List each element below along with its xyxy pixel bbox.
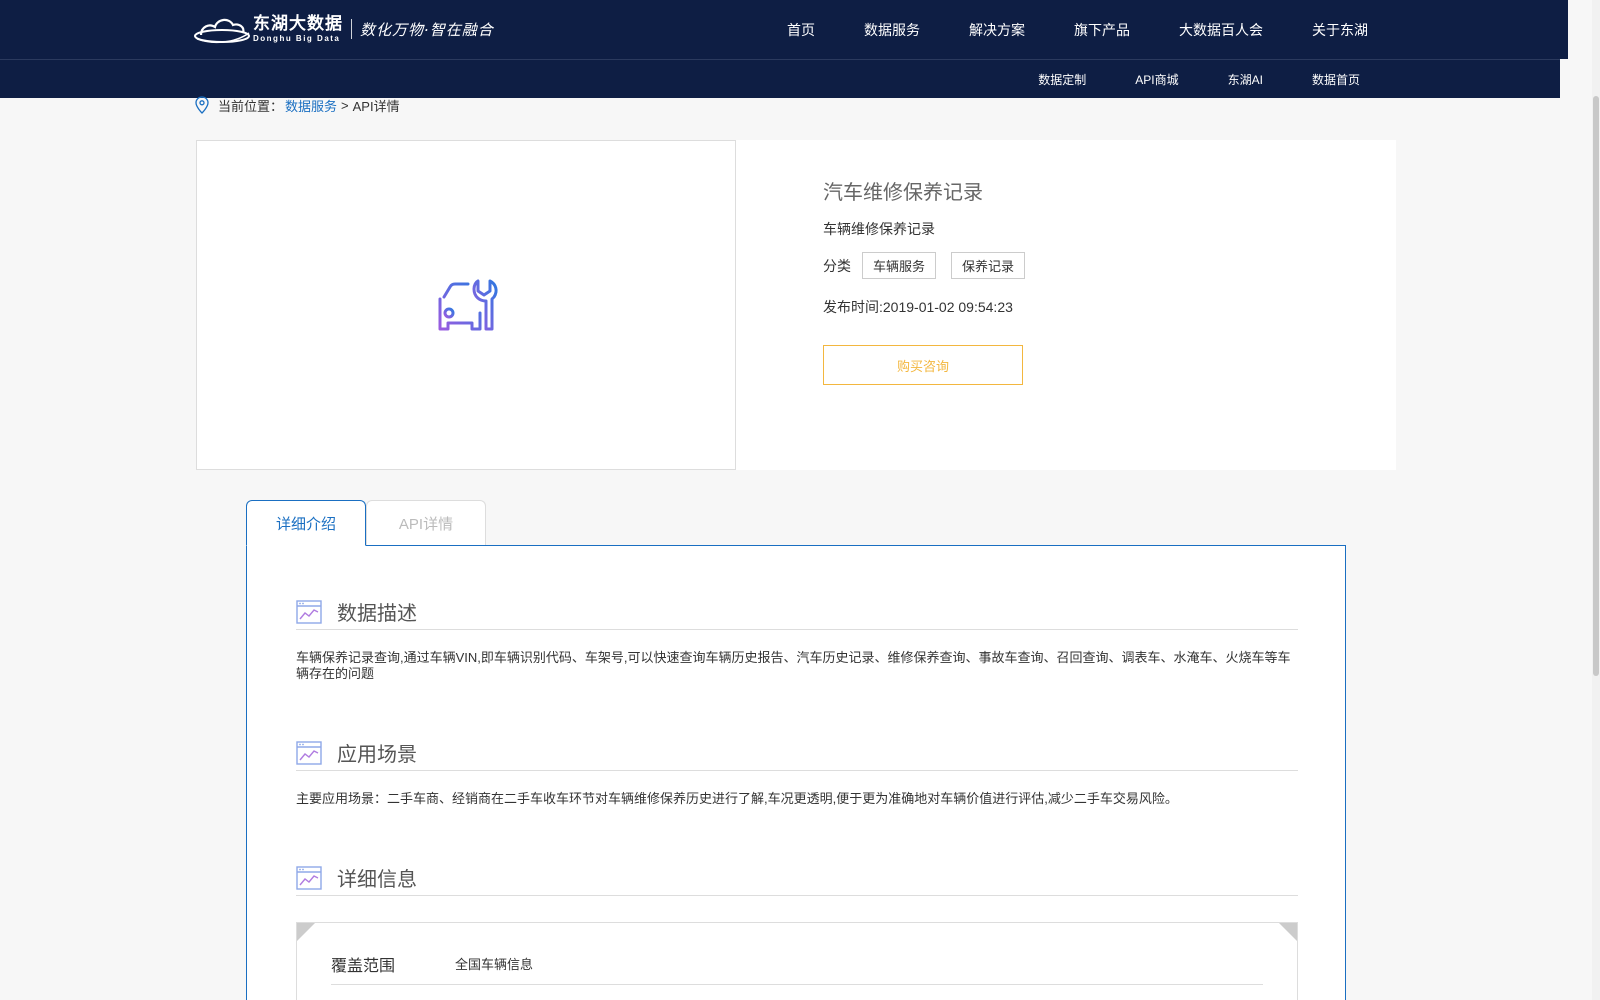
subnav-item-data-home[interactable]: 数据首页 bbox=[1312, 71, 1360, 88]
nav-item-bigdata-club[interactable]: 大数据百人会 bbox=[1179, 20, 1263, 40]
sub-header: 数据定制 API商城 东湖AI 数据首页 bbox=[0, 59, 1560, 98]
subnav-item-donghu-ai[interactable]: 东湖AI bbox=[1228, 71, 1263, 88]
breadcrumb: 当前位置： 数据服务 > API详情 bbox=[195, 96, 400, 114]
chart-window-icon bbox=[296, 599, 322, 624]
tab-content: 数据描述 车辆保养记录查询,通过车辆VIN,即车辆识别代码、车架号,可以快速查询… bbox=[246, 545, 1346, 1000]
card-corner-decoration bbox=[1279, 923, 1297, 941]
product-panel: 汽车维修保养记录 车辆维修保养记录 分类 车辆服务 保养记录 发布时间:2019… bbox=[196, 140, 1396, 470]
chart-window-icon bbox=[296, 865, 322, 890]
logo-divider bbox=[351, 19, 352, 39]
section-title: 详细信息 bbox=[337, 867, 417, 891]
brand-slogan: 数化万物·智在融合 bbox=[360, 20, 494, 39]
chart-window-icon bbox=[296, 740, 322, 765]
detail-key: 覆盖范围 bbox=[331, 957, 396, 975]
category-tag-maintenance-record[interactable]: 保养记录 bbox=[951, 252, 1026, 279]
product-info: 汽车维修保养记录 车辆维修保养记录 分类 车辆服务 保养记录 发布时间:2019… bbox=[823, 176, 1040, 385]
breadcrumb-link-data-service[interactable]: 数据服务 bbox=[285, 96, 337, 115]
cloud-logo-icon bbox=[194, 18, 250, 44]
card-corner-decoration bbox=[297, 923, 315, 941]
category-row: 分类 车辆服务 保养记录 bbox=[823, 252, 1040, 279]
section-application-scenario: 应用场景 主要应用场景：二手车商、经销商在二手车收车环节对车辆维修保养历史进行了… bbox=[296, 739, 1298, 807]
brand-text: 东湖大数据 Donghu Big Data bbox=[253, 15, 343, 43]
top-header: 东湖大数据 Donghu Big Data 数化万物·智在融合 首页 数据服务 … bbox=[0, 0, 1568, 59]
category-tag-vehicle-service[interactable]: 车辆服务 bbox=[862, 252, 937, 279]
nav-item-home[interactable]: 首页 bbox=[787, 20, 815, 40]
main-nav: 首页 数据服务 解决方案 旗下产品 大数据百人会 关于东湖 bbox=[738, 0, 1368, 59]
nav-item-about[interactable]: 关于东湖 bbox=[1312, 20, 1368, 40]
section-header: 详细信息 bbox=[296, 864, 1298, 896]
nav-item-data-service[interactable]: 数据服务 bbox=[864, 20, 920, 40]
subnav-item-api-mall[interactable]: API商城 bbox=[1135, 71, 1178, 88]
section-body: 主要应用场景：二手车商、经销商在二手车收车环节对车辆维修保养历史进行了解,车况更… bbox=[296, 791, 1178, 806]
brand-name-en: Donghu Big Data bbox=[253, 34, 341, 43]
category-label: 分类 bbox=[823, 257, 851, 274]
scrollbar-thumb[interactable] bbox=[1593, 96, 1599, 676]
detail-tabs: 详细介绍 API详情 bbox=[246, 500, 486, 546]
section-title: 应用场景 bbox=[337, 742, 417, 766]
tab-detail-intro[interactable]: 详细介绍 bbox=[246, 500, 366, 546]
page-scrollbar[interactable] bbox=[1592, 0, 1600, 1000]
tab-api-detail[interactable]: API详情 bbox=[366, 500, 486, 546]
section-header: 数据描述 bbox=[296, 598, 1298, 630]
section-header: 应用场景 bbox=[296, 739, 1298, 771]
publish-time: 发布时间:2019-01-02 09:54:23 bbox=[823, 299, 1013, 315]
detail-info-card: 覆盖范围 全国车辆信息 bbox=[296, 922, 1298, 1000]
breadcrumb-separator: > bbox=[341, 97, 349, 113]
nav-item-solutions[interactable]: 解决方案 bbox=[969, 20, 1025, 40]
sub-nav: 数据定制 API商城 东湖AI 数据首页 bbox=[989, 60, 1360, 98]
nav-item-products[interactable]: 旗下产品 bbox=[1074, 20, 1130, 40]
section-body: 车辆保养记录查询,通过车辆VIN,即车辆识别代码、车架号,可以快速查询车辆历史报… bbox=[296, 650, 1291, 681]
breadcrumb-current: API详情 bbox=[352, 98, 400, 114]
brand-logo[interactable]: 东湖大数据 Donghu Big Data 数化万物·智在融合 bbox=[193, 12, 494, 46]
location-pin-icon bbox=[195, 96, 209, 114]
product-subtitle: 车辆维修保养记录 bbox=[823, 221, 935, 237]
car-wrench-icon bbox=[438, 279, 498, 331]
product-image bbox=[196, 140, 736, 470]
subnav-item-custom-data[interactable]: 数据定制 bbox=[1038, 71, 1086, 88]
section-title: 数据描述 bbox=[337, 601, 417, 625]
section-data-description: 数据描述 车辆保养记录查询,通过车辆VIN,即车辆识别代码、车架号,可以快速查询… bbox=[296, 598, 1298, 682]
brand-name-cn: 东湖大数据 bbox=[253, 14, 343, 33]
purchase-consult-button[interactable]: 购买咨询 bbox=[823, 345, 1023, 385]
section-detail-info: 详细信息 bbox=[296, 864, 1298, 896]
breadcrumb-prefix: 当前位置： bbox=[218, 98, 284, 114]
detail-value: 全国车辆信息 bbox=[455, 957, 534, 972]
product-title: 汽车维修保养记录 bbox=[823, 180, 983, 204]
detail-row-coverage: 覆盖范围 全国车辆信息 bbox=[331, 943, 1263, 985]
